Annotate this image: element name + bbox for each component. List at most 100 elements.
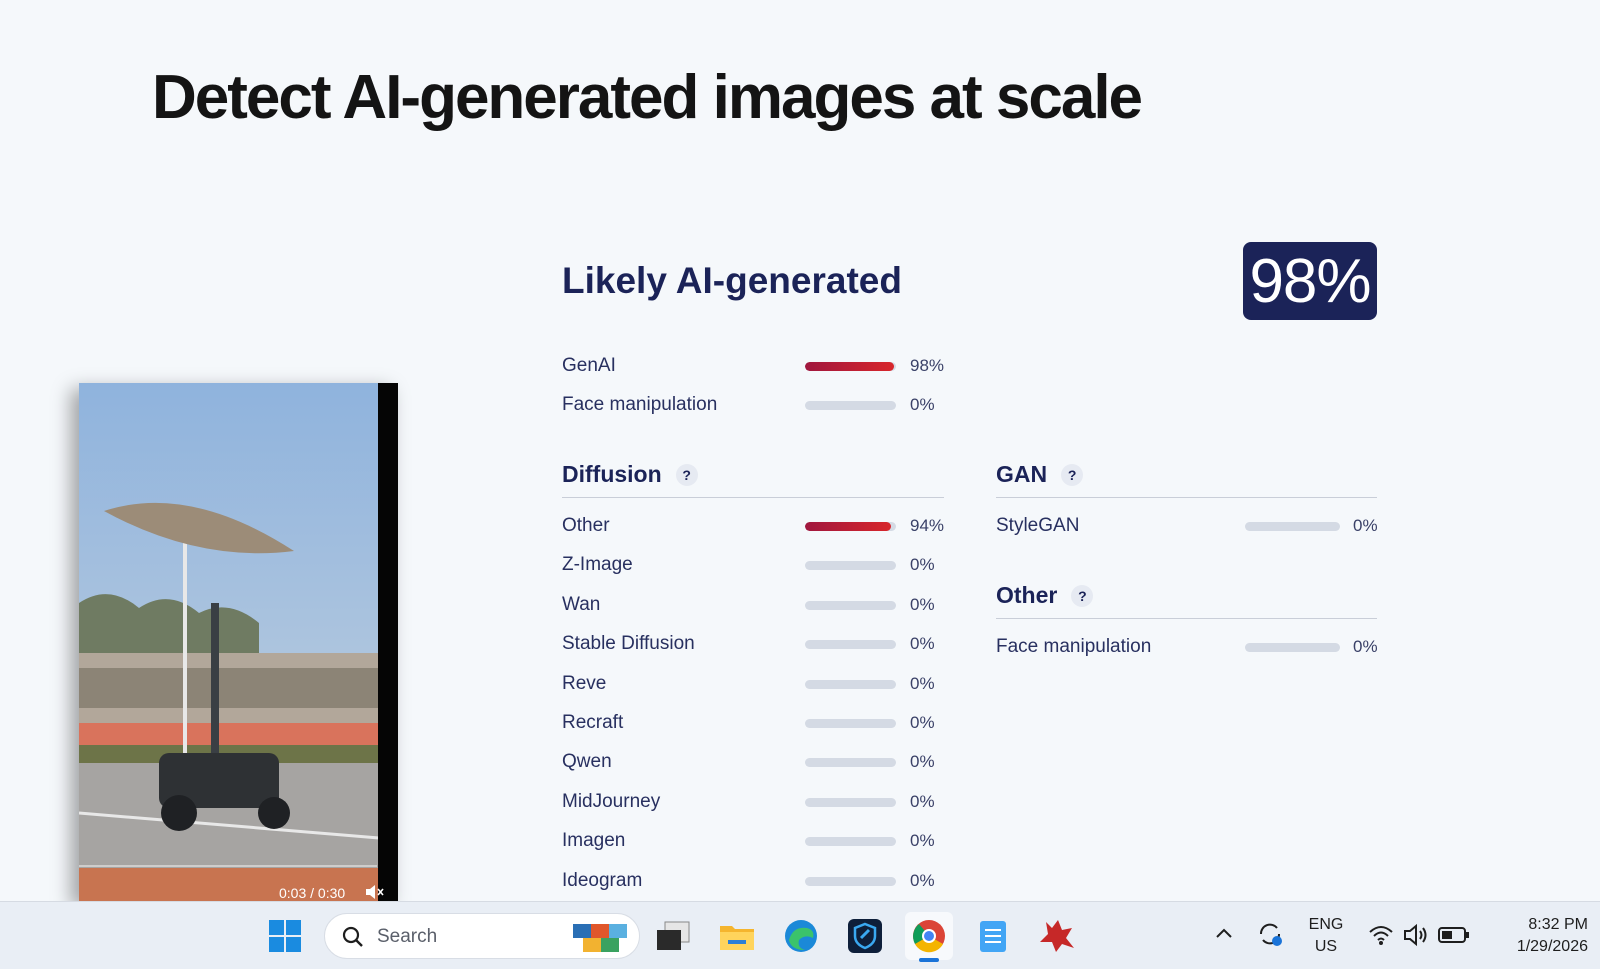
score-percent: 0% bbox=[910, 634, 935, 654]
score-percent: 94% bbox=[910, 516, 945, 535]
score-label: Wan bbox=[562, 593, 601, 615]
language-region: US bbox=[1314, 938, 1338, 955]
score-label: Imagen bbox=[562, 830, 626, 852]
video-time: 0:03 / 0:30 bbox=[279, 885, 346, 901]
chrome-icon bbox=[913, 920, 945, 953]
score-label: Face manipulation bbox=[996, 636, 1152, 657]
video-frame bbox=[79, 383, 398, 901]
score-bar bbox=[805, 401, 896, 410]
score-row: Z-Image 0% bbox=[562, 552, 960, 578]
score-label: Stable Diffusion bbox=[562, 633, 695, 655]
sync-icon[interactable] bbox=[1256, 920, 1284, 948]
score-percent: 0% bbox=[910, 752, 935, 772]
start-button[interactable] bbox=[261, 912, 309, 960]
score-bar bbox=[805, 679, 896, 689]
gan-title: GAN bbox=[996, 461, 1048, 487]
score-row: Reve 0% bbox=[562, 671, 960, 697]
page-title: Detect AI-generated images at scale bbox=[152, 63, 1143, 132]
taskbar: Search ENG US 8:32 PM 1/29/2026 bbox=[0, 901, 1600, 969]
score-row: Qwen 0% bbox=[562, 749, 960, 775]
taskbar-security-app[interactable] bbox=[841, 912, 889, 960]
score-percent: 98% bbox=[910, 356, 945, 375]
score-percent: 0% bbox=[910, 673, 935, 693]
battery-icon[interactable] bbox=[1438, 926, 1470, 944]
score-label: Reve bbox=[562, 672, 607, 694]
score-bar bbox=[1245, 522, 1340, 531]
windows-icon bbox=[269, 920, 301, 952]
other-title: Other bbox=[996, 582, 1058, 608]
taskbar-game-app[interactable] bbox=[1033, 912, 1081, 960]
diffusion-help-icon[interactable]: ? bbox=[675, 463, 698, 486]
score-row: Ideogram 0% bbox=[562, 868, 960, 894]
score-row: Face manipulation 0% bbox=[562, 392, 960, 418]
taskbar-notepad[interactable] bbox=[969, 912, 1017, 960]
taskbar-task-view[interactable] bbox=[649, 912, 697, 960]
score-label: Other bbox=[562, 515, 610, 536]
score-bar bbox=[1245, 643, 1340, 652]
diffusion-section-title: Diffusion ? bbox=[562, 461, 698, 488]
score-bar-fill bbox=[805, 522, 891, 531]
score-label: Recraft bbox=[562, 712, 624, 733]
score-label: MidJourney bbox=[562, 790, 661, 812]
task-view-icon bbox=[657, 921, 690, 950]
wifi-icon[interactable] bbox=[1368, 924, 1394, 946]
score-bar bbox=[805, 640, 896, 650]
score-row: Wan 0% bbox=[562, 592, 960, 618]
language-code: ENG bbox=[1308, 916, 1344, 933]
score-bar bbox=[805, 600, 896, 610]
score-label: Z-Image bbox=[562, 554, 633, 576]
volume-icon[interactable] bbox=[1403, 923, 1429, 947]
score-label: StyleGAN bbox=[996, 515, 1080, 536]
tray-overflow-icon[interactable] bbox=[1214, 926, 1234, 940]
score-row: Recraft 0% bbox=[562, 710, 960, 736]
score-badge: 98% bbox=[1243, 242, 1377, 320]
score-row: StyleGAN 0% bbox=[996, 513, 1403, 539]
score-percent: 0% bbox=[910, 555, 935, 575]
search-icon bbox=[342, 926, 363, 947]
gan-section-title: GAN ? bbox=[996, 461, 1084, 488]
diffusion-title: Diffusion bbox=[562, 461, 662, 487]
score-label: Ideogram bbox=[562, 869, 643, 891]
score-bar bbox=[805, 797, 896, 807]
score-bar bbox=[805, 758, 896, 768]
taskbar-chrome[interactable] bbox=[905, 912, 953, 962]
taskbar-edge[interactable] bbox=[777, 912, 825, 960]
score-label: Qwen bbox=[562, 751, 612, 773]
clock-time: 8:32 PM bbox=[1528, 916, 1588, 933]
score-bar bbox=[805, 876, 896, 886]
score-bar bbox=[805, 719, 896, 728]
edge-icon bbox=[785, 920, 817, 952]
search-placeholder: Search bbox=[377, 926, 438, 947]
score-percent: 0% bbox=[910, 870, 935, 890]
gan-divider bbox=[996, 497, 1377, 498]
language-indicator[interactable]: ENG US bbox=[1303, 914, 1349, 958]
score-row: Stable Diffusion 0% bbox=[562, 631, 960, 657]
score-bar bbox=[805, 522, 896, 531]
score-row: Imagen 0% bbox=[562, 828, 960, 854]
score-row: Other 94% bbox=[562, 513, 960, 539]
score-row: MidJourney 0% bbox=[562, 789, 960, 815]
score-bar bbox=[805, 362, 896, 371]
score-percent: 0% bbox=[910, 791, 935, 811]
clock-date: 1/29/2026 bbox=[1516, 938, 1588, 955]
clock[interactable]: 8:32 PM 1/29/2026 bbox=[1488, 914, 1588, 958]
score-percent: 0% bbox=[910, 831, 935, 851]
video-player[interactable]: 0:03 / 0:30 bbox=[79, 383, 398, 901]
verdict-title: Likely AI-generated bbox=[562, 260, 902, 301]
taskbar-file-explorer[interactable] bbox=[713, 912, 761, 960]
score-percent: 0% bbox=[1353, 637, 1378, 656]
score-label: GenAI bbox=[562, 355, 616, 376]
notepad-icon bbox=[980, 921, 1006, 952]
score-row: GenAI 98% bbox=[562, 353, 960, 379]
score-percent: 0% bbox=[910, 713, 935, 732]
other-help-icon[interactable]: ? bbox=[1071, 584, 1094, 607]
gan-help-icon[interactable]: ? bbox=[1061, 463, 1084, 486]
mute-icon[interactable] bbox=[364, 884, 384, 900]
video-progress[interactable] bbox=[79, 865, 377, 867]
taskbar-search[interactable]: Search bbox=[324, 913, 640, 959]
creature-icon bbox=[1040, 920, 1074, 952]
score-bar-fill bbox=[805, 362, 895, 371]
other-divider bbox=[996, 618, 1377, 619]
score-row: Face manipulation 0% bbox=[996, 634, 1403, 660]
other-section-title: Other ? bbox=[996, 582, 1094, 609]
